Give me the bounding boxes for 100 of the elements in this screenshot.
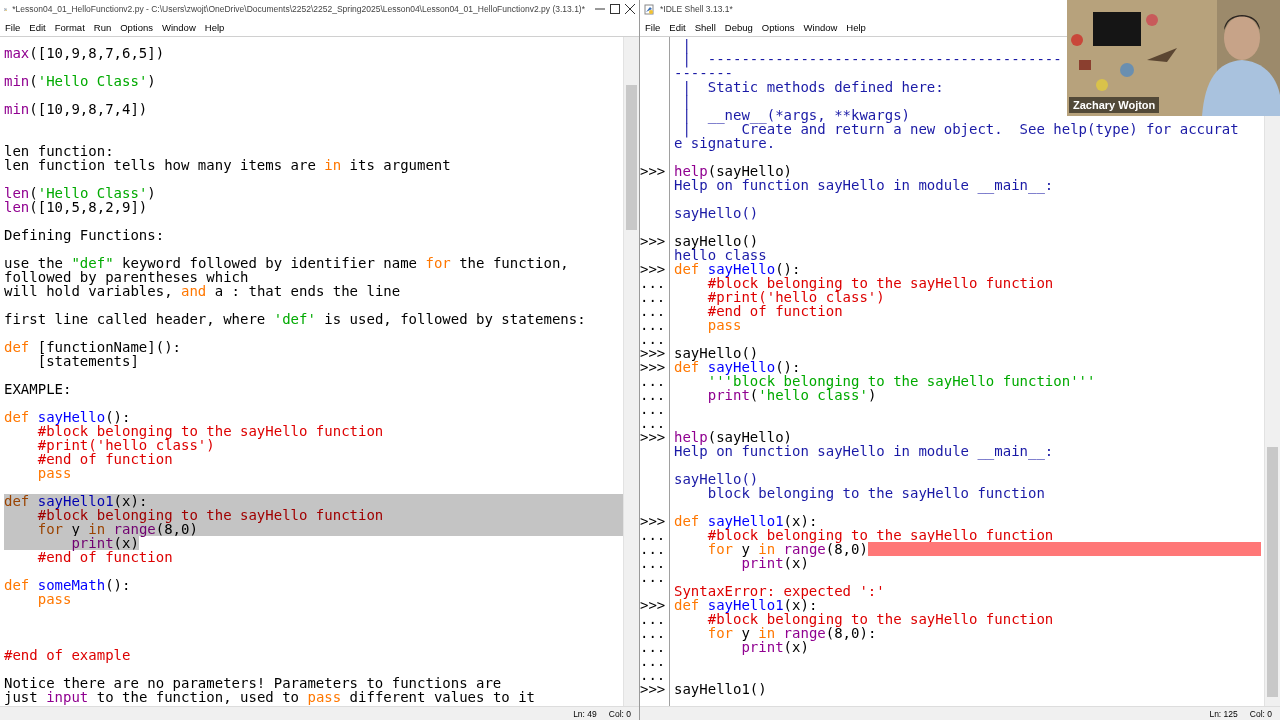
shell-prompt: ... — [640, 332, 666, 346]
name-label: Zachary Wojton — [1069, 97, 1160, 113]
code-line: print(x) — [740, 640, 809, 654]
window-title: *Lesson04_01_HelloFunctionv2.py - C:\Users\zwojt\OneDrive\Documents\2252\2252_Spring2025\Lesson04\Lesson04_01_HelloFunctionv2.py (3.13.1)* — [12, 4, 585, 14]
code-line: followed by parentheses which — [4, 270, 249, 284]
menu-item[interactable]: Options — [120, 21, 153, 33]
shell-prompt: >>> — [640, 430, 666, 444]
shell-prompt: ... — [640, 626, 666, 640]
line-number: Ln: 49 — [573, 708, 597, 719]
menu-item[interactable]: Edit — [29, 21, 46, 33]
code-line: | — [681, 94, 691, 108]
code-line: def sayHello1(x): — [674, 598, 818, 612]
shell-prompt: ... — [640, 374, 666, 388]
code-line: def sayHello1(x): — [674, 514, 818, 528]
shell-prompt: ... — [640, 304, 666, 318]
code-line: def someMath(): — [4, 578, 131, 592]
menu-item[interactable]: File — [645, 21, 661, 33]
scrollbar-thumb[interactable] — [626, 85, 637, 230]
code-line: max([10,9,8,7,6,5]) — [4, 46, 165, 60]
shell-prompt: >>> — [640, 360, 666, 374]
code-line: use the "def" keyword followed by identifier name for the function, — [4, 256, 569, 270]
code-line: #end of example — [4, 648, 131, 662]
menu-item[interactable]: Window — [161, 21, 196, 33]
code-line: #block belonging to the sayHello function — [706, 276, 1054, 290]
code-line: Help on function sayHello in module __main__: — [674, 444, 1054, 458]
code-line: sayHello() — [674, 472, 759, 486]
shell-prompt: ... — [640, 318, 666, 332]
code-line: pass — [36, 466, 72, 480]
code-line: #print('hello class') — [706, 290, 885, 304]
menu-item[interactable]: Format — [54, 21, 85, 33]
code-line: def [functionName](): — [4, 340, 181, 354]
menu-item[interactable]: Shell — [694, 21, 716, 33]
code-line: just input to the function, used to pass different values to it — [4, 690, 536, 704]
code-line: Notice there are no parameters! Parameters to functions are — [4, 676, 502, 690]
close-icon[interactable] — [625, 4, 635, 14]
column-number: Col: 0 — [1249, 708, 1272, 719]
code-line: help(sayHello) — [674, 430, 792, 444]
code-line: | __new__(*args, **kwargs) — [681, 108, 910, 122]
shell-prompt: ... — [640, 654, 666, 668]
menu-item[interactable]: Options — [761, 21, 795, 33]
shell-prompt: >>> — [640, 234, 666, 248]
shell-prompt: >>> — [640, 514, 666, 528]
shell-prompt: ... — [640, 556, 666, 570]
code-line: will hold variables, and a : that ends the line — [4, 284, 401, 298]
code-line: Defining Functions: — [4, 228, 165, 242]
code-line: len function: — [4, 144, 114, 158]
shell-prompt: >>> — [640, 262, 666, 276]
code-line: min([10,9,8,7,4]) — [4, 102, 148, 116]
code-line: sayHello1() — [674, 682, 767, 696]
code-line: | — [681, 38, 691, 52]
code-line: for y in range(8,0) — [706, 542, 868, 556]
code-line: #end of function — [36, 550, 173, 564]
code-line: #block belonging to the sayHello function — [36, 508, 384, 522]
minimize-icon[interactable] — [595, 8, 605, 10]
menu-item[interactable]: Help — [846, 21, 866, 33]
code-line: #end of function — [706, 304, 843, 318]
shell-prompt: >>> — [640, 682, 666, 696]
shell-prompt: ... — [640, 402, 666, 416]
code-line: sayHello() — [674, 206, 759, 220]
column-number: Col: 0 — [608, 708, 631, 719]
shell-prompt: >>> — [640, 598, 666, 612]
shell-prompt: ... — [640, 528, 666, 542]
code-line: print(x) — [740, 556, 809, 570]
file-icon — [644, 3, 655, 15]
shell-prompt: >>> — [640, 164, 666, 178]
menu-item[interactable]: File — [5, 21, 21, 33]
code-line: sayHello() — [674, 346, 759, 360]
code-line: Help on function sayHello in module __main__: — [674, 178, 1054, 192]
menu-item[interactable]: Run — [93, 21, 112, 33]
menu-item[interactable]: Help — [204, 21, 225, 33]
shell-prompt: ... — [640, 542, 666, 556]
code-line: | Static methods defined here: — [681, 80, 944, 94]
shell-prompt: ... — [640, 388, 666, 402]
menu-item[interactable]: Debug — [724, 21, 753, 33]
scrollbar-thumb[interactable] — [1267, 447, 1278, 697]
code-line: | ------------------------------------------ — [681, 52, 1062, 66]
code-line: block belonging to the sayHello function — [707, 486, 1045, 500]
code-line: #end of function — [36, 452, 173, 466]
code-line: print('hello class') — [706, 388, 877, 402]
code-line: pass — [706, 318, 742, 332]
shell-prompt: ... — [640, 416, 666, 430]
code-line: SyntaxError: expected ':' — [674, 584, 885, 598]
maximize-icon[interactable] — [610, 4, 620, 14]
code-line: first line called header, where 'def' is used, followed by statemens: — [4, 312, 586, 326]
shell-prompt: ... — [640, 276, 666, 290]
code-line: '''block belonging to the sayHello function''' — [706, 374, 1096, 388]
shell-prompt: ... — [640, 668, 666, 682]
code-line: def sayHello1(x): — [4, 494, 148, 508]
code-line: hello class — [674, 248, 767, 262]
code-line: len([10,5,8,2,9]) — [4, 200, 148, 214]
code-line: [statements] — [36, 354, 139, 368]
code-line: #print('hello class') — [36, 438, 215, 452]
code-line: #block belonging to the sayHello function — [706, 528, 1054, 542]
shell-prompt: >>> — [640, 346, 666, 360]
menu-item[interactable]: Edit — [669, 21, 686, 33]
code-line: EXAMPLE: — [4, 382, 72, 396]
shell-prompt: ... — [640, 612, 666, 626]
line-number: Ln: 125 — [1209, 708, 1238, 719]
menu-item[interactable]: Window — [803, 21, 838, 33]
shell-prompt: ... — [640, 290, 666, 304]
